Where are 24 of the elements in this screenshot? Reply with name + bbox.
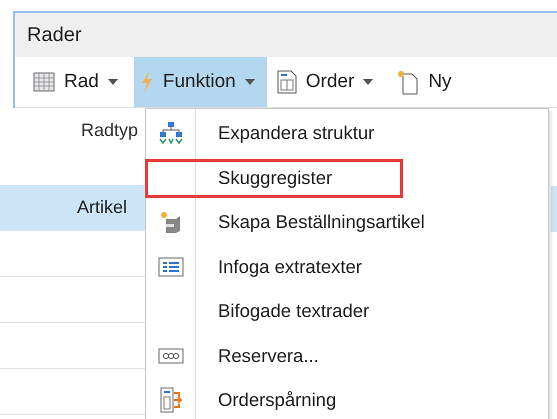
- toolbar-button[interactable]: Ny: [389, 57, 464, 107]
- grid-icon: [33, 72, 55, 92]
- reserve-icon: [158, 348, 184, 364]
- toolbar-button[interactable]: Order: [270, 57, 386, 107]
- lightning-icon: [140, 71, 154, 93]
- toolbar-button[interactable]: Funktion: [134, 57, 267, 107]
- menu-item[interactable]: Infoga extratexter: [146, 244, 548, 289]
- new-document-icon: [395, 69, 420, 95]
- tracking-icon: [159, 387, 183, 414]
- column-header: Radtyp: [80, 120, 138, 141]
- menu-item[interactable]: Orderspårning: [146, 378, 548, 419]
- menu-item[interactable]: Skapa Beställningsartikel: [146, 200, 548, 244]
- document-icon: [276, 70, 297, 94]
- menu-item[interactable]: Reservera...: [146, 334, 548, 378]
- menu-item[interactable]: Expandera struktur: [146, 111, 548, 156]
- table-row[interactable]: Artikel: [0, 185, 145, 231]
- toolbar-button[interactable]: Rad: [27, 57, 130, 107]
- menu-item[interactable]: Skuggregister: [146, 156, 548, 200]
- menu-item[interactable]: Bifogade textrader: [146, 289, 548, 334]
- list-icon: [158, 256, 184, 277]
- hierarchy-icon: [158, 121, 184, 146]
- panel-title: Rader: [27, 24, 82, 46]
- cabinet-icon: [159, 210, 183, 234]
- table-cell: Artikel: [76, 197, 127, 218]
